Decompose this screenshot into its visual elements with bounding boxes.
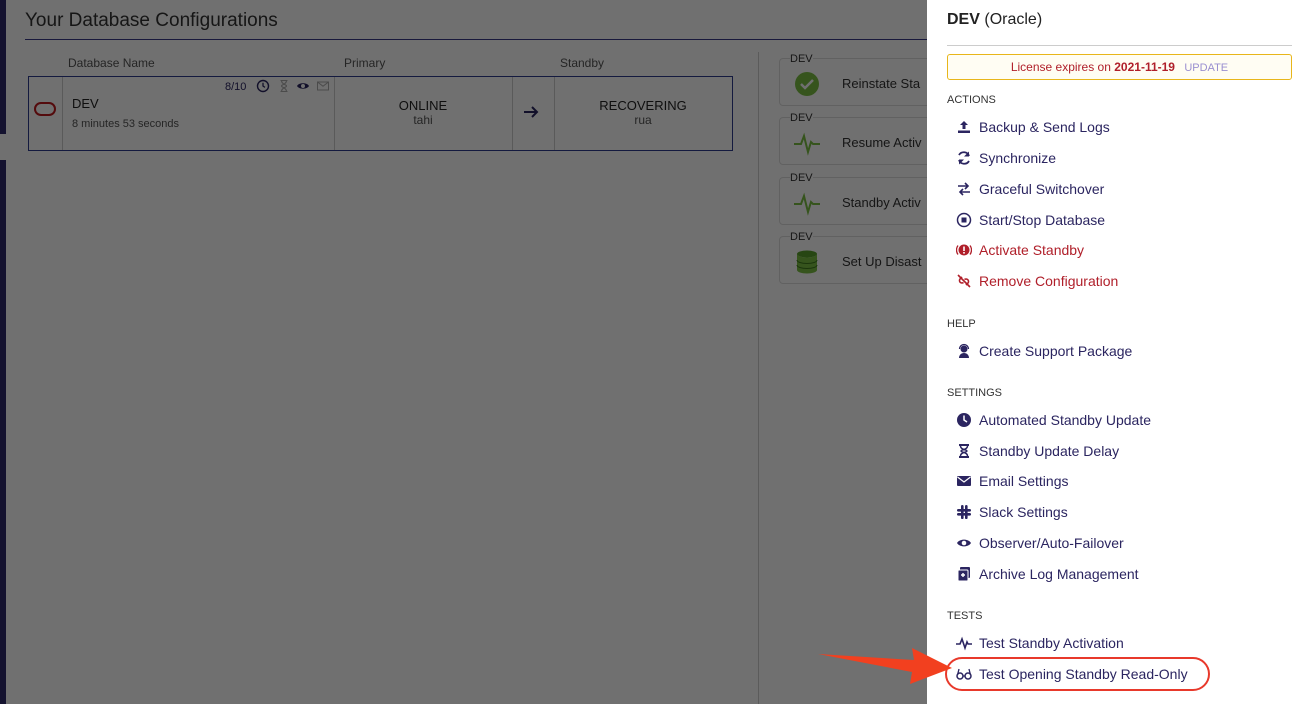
primary-state: ONLINE — [398, 98, 448, 113]
database-name: DEV — [72, 96, 99, 111]
clock-icon — [957, 413, 971, 427]
stop-icon — [956, 212, 972, 228]
license-date: 2021-11-19 — [1114, 60, 1175, 74]
unlink-icon — [957, 274, 971, 288]
envelope-icon — [957, 476, 971, 486]
menu-remove-configuration[interactable]: Remove Configuration — [956, 270, 1118, 292]
hourglass-icon[interactable] — [277, 79, 291, 93]
menu-label: Synchronize — [979, 150, 1057, 166]
menu-synchronize[interactable]: Synchronize — [956, 147, 1056, 169]
cell-divider — [62, 77, 63, 150]
menu-standby-update-delay[interactable]: Standby Update Delay — [956, 440, 1119, 462]
card-tag: DEV — [790, 172, 813, 184]
card-label: Standby Activ — [842, 195, 921, 210]
menu-email-settings[interactable]: Email Settings — [956, 470, 1068, 492]
archive-icon — [957, 567, 970, 582]
main-content: Your Database Configurations Database Na… — [0, 0, 959, 704]
menu-observer-auto-failover[interactable]: Observer/Auto-Failover — [956, 532, 1124, 554]
card-tag: DEV — [790, 112, 813, 124]
menu-label: Remove Configuration — [979, 273, 1119, 289]
menu-create-support-package[interactable]: Create Support Package — [956, 340, 1132, 362]
menu-test-standby-activation[interactable]: Test Standby Activation — [956, 632, 1124, 654]
column-header-primary: Primary — [344, 56, 386, 70]
envelope-icon[interactable] — [316, 79, 330, 93]
section-help: HELP — [947, 318, 976, 330]
menu-label: Automated Standby Update — [979, 412, 1152, 428]
config-row-dev[interactable]: DEV 8 minutes 53 seconds 8/10 ONLINE tah… — [28, 76, 733, 151]
pulse-icon — [956, 636, 972, 651]
standby-state: RECOVERING — [599, 98, 687, 113]
menu-automated-standby-update[interactable]: Automated Standby Update — [956, 409, 1151, 431]
side-panel: DEV (Oracle) License expires on 2021-11-… — [927, 0, 1302, 704]
log-count: 8/10 — [225, 81, 247, 93]
primary-host: tahi — [413, 113, 433, 127]
menu-label: Email Settings — [979, 473, 1069, 489]
column-header-name: Database Name — [68, 56, 155, 70]
hourglass-icon — [959, 444, 969, 458]
card-tag: DEV — [790, 53, 813, 65]
pulse-icon — [794, 132, 820, 156]
oracle-logo-icon — [34, 102, 56, 116]
license-update-link[interactable]: UPDATE — [1184, 62, 1228, 74]
menu-label: Test Standby Activation — [979, 635, 1124, 651]
database-icon — [796, 250, 818, 274]
pointer-arrow-icon — [818, 648, 952, 684]
column-header-standby: Standby — [560, 56, 605, 70]
menu-label: Slack Settings — [979, 504, 1068, 520]
support-icon — [958, 343, 970, 358]
highlight-outline — [945, 657, 1210, 691]
menu-start-stop-database[interactable]: Start/Stop Database — [956, 209, 1105, 231]
card-label: Set Up Disast — [842, 254, 922, 269]
eye-icon[interactable] — [296, 79, 310, 93]
vertical-divider — [758, 52, 759, 704]
switch-icon — [958, 182, 970, 196]
panel-divider — [947, 45, 1292, 46]
alert-icon — [956, 244, 972, 256]
upload-icon — [958, 121, 970, 133]
section-tests: TESTS — [947, 610, 983, 622]
menu-activate-standby[interactable]: Activate Standby — [956, 239, 1084, 261]
elapsed-time: 8 minutes 53 seconds — [72, 118, 180, 130]
section-settings: SETTINGS — [947, 387, 1003, 399]
menu-archive-log-management[interactable]: Archive Log Management — [956, 563, 1139, 585]
eye-icon — [957, 539, 971, 547]
page-title: Your Database Configurations — [25, 10, 278, 31]
pulse-icon — [794, 192, 820, 216]
left-sidebar-edge — [0, 160, 6, 704]
card-label: Resume Activ — [842, 135, 922, 150]
menu-label: Create Support Package — [979, 343, 1133, 359]
license-banner: License expires on 2021-11-19 UPDATE — [947, 54, 1292, 80]
title-divider — [25, 39, 945, 40]
panel-title: DEV (Oracle) — [947, 11, 1042, 29]
menu-slack-settings[interactable]: Slack Settings — [956, 501, 1068, 523]
section-actions: ACTIONS — [947, 94, 996, 106]
menu-graceful-switchover[interactable]: Graceful Switchover — [956, 178, 1104, 200]
card-label: Reinstate Sta — [842, 76, 921, 91]
standby-host: rua — [634, 113, 652, 127]
menu-label: Backup & Send Logs — [979, 119, 1110, 135]
menu-label: Archive Log Management — [979, 566, 1139, 582]
menu-label: Observer/Auto-Failover — [979, 535, 1124, 551]
left-sidebar-edge — [0, 0, 6, 134]
menu-backup-send-logs[interactable]: Backup & Send Logs — [956, 116, 1110, 138]
panel-title-db: DEV — [947, 11, 980, 28]
menu-label: Start/Stop Database — [979, 212, 1106, 228]
menu-label: Standby Update Delay — [979, 443, 1120, 459]
clock-icon[interactable] — [256, 79, 270, 93]
license-text: License expires on — [1010, 60, 1111, 74]
sync-icon — [958, 151, 970, 165]
card-tag: DEV — [790, 231, 813, 243]
slack-icon — [957, 505, 971, 519]
menu-label: Activate Standby — [979, 242, 1085, 258]
check-icon — [795, 72, 819, 96]
panel-title-type: (Oracle) — [984, 11, 1043, 28]
menu-label: Graceful Switchover — [979, 181, 1105, 197]
cell-divider — [512, 77, 513, 150]
arrow-right-icon — [524, 106, 539, 118]
